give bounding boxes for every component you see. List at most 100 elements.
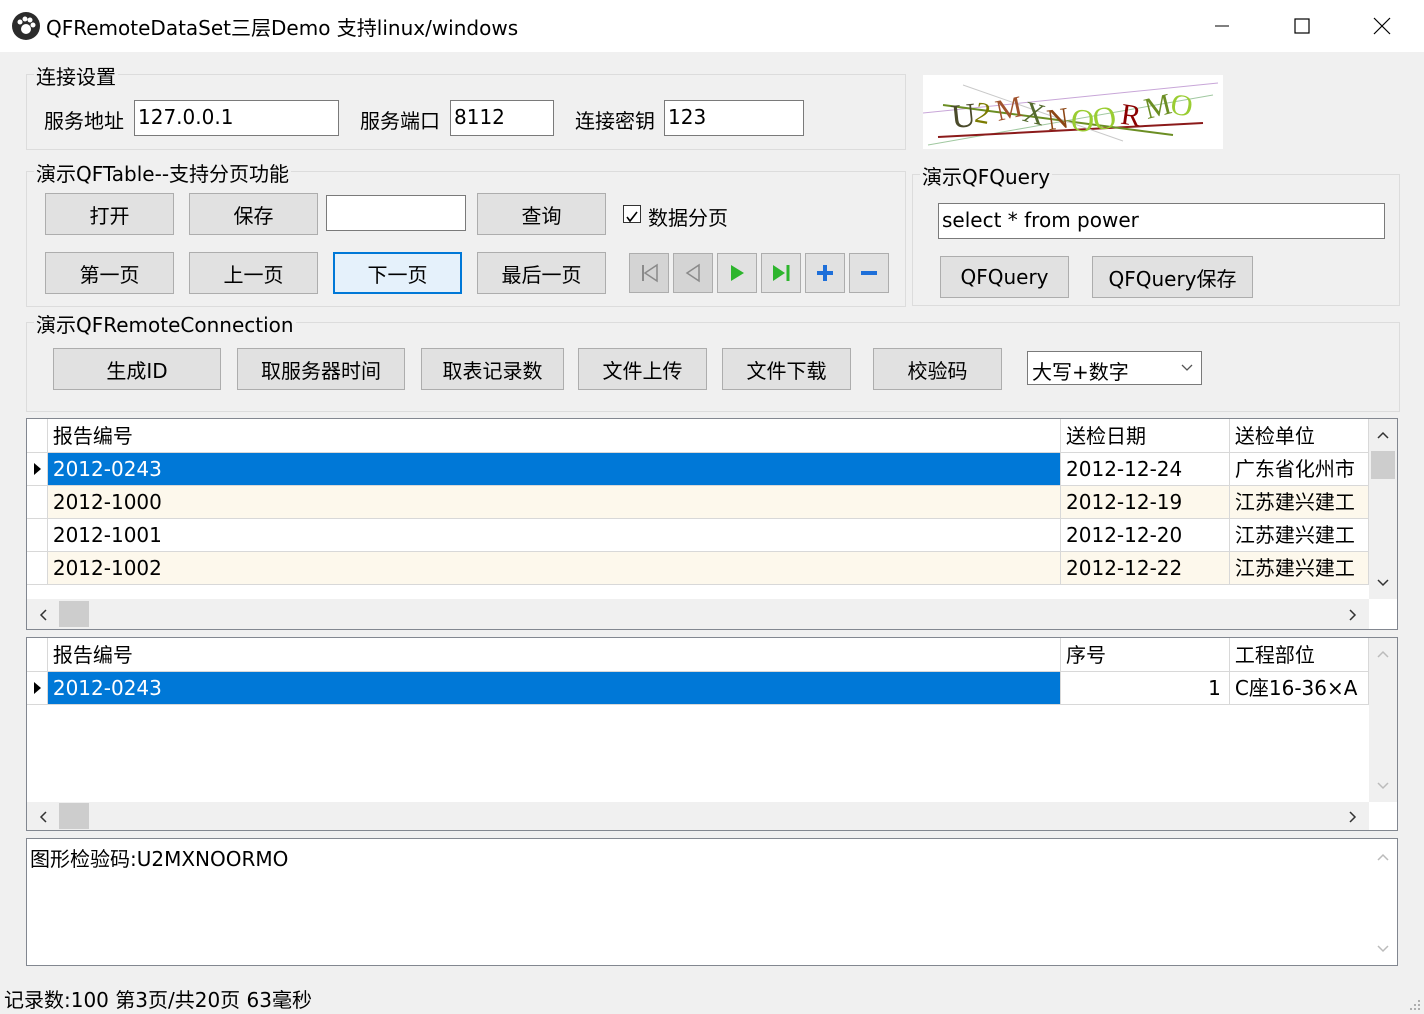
port-label: 服务端口 xyxy=(360,109,440,133)
captcha-char: R xyxy=(1119,98,1143,133)
qfquery-button[interactable]: QFQuery xyxy=(940,256,1069,298)
column-header[interactable]: 序号 xyxy=(1061,638,1230,672)
nav-first-icon[interactable] xyxy=(629,253,669,293)
maximize-icon[interactable] xyxy=(1262,0,1342,52)
scrollbar-thumb[interactable] xyxy=(1371,451,1395,479)
main-grid[interactable]: 报告编号 送检日期 送检单位 2012-0243 2012-12-24 广东省化… xyxy=(26,418,1398,630)
prev-page-button[interactable]: 上一页 xyxy=(189,252,318,294)
table-cell[interactable]: C座16-36×A xyxy=(1229,672,1369,705)
chevron-left-icon[interactable] xyxy=(37,608,49,622)
gen-id-button[interactable]: 生成ID xyxy=(53,348,221,390)
table-cell[interactable]: 2012-12-22 xyxy=(1061,552,1230,585)
row-indicator xyxy=(27,486,48,519)
qfquery-save-button[interactable]: QFQuery保存 xyxy=(1092,256,1253,298)
status-text: 记录数:100 第3页/共20页 63毫秒 xyxy=(4,988,312,1012)
table-row[interactable]: 2012-0243 1 C座16-36×A xyxy=(27,672,1369,705)
row-indicator-icon xyxy=(27,453,48,486)
chevron-up-icon[interactable] xyxy=(1376,429,1390,441)
table-query-input[interactable] xyxy=(326,195,466,231)
nav-insert-icon[interactable] xyxy=(805,253,845,293)
column-header[interactable]: 工程部位 xyxy=(1229,638,1369,672)
qftable-group-label: 演示QFTable--支持分页功能 xyxy=(34,158,292,187)
minimize-icon[interactable] xyxy=(1182,0,1262,52)
next-page-button[interactable]: 下一页 xyxy=(333,252,462,294)
captcha-char: O xyxy=(1168,88,1195,124)
nav-prev-icon[interactable] xyxy=(673,253,713,293)
port-field[interactable]: 8112 xyxy=(450,100,554,136)
captcha-image[interactable]: U 2 M X N O O R M O xyxy=(922,75,1223,149)
table-cell[interactable]: 2012-1001 xyxy=(47,519,1062,552)
table-cell[interactable]: 2012-1000 xyxy=(47,486,1062,519)
close-icon[interactable] xyxy=(1342,0,1422,52)
table-cell[interactable]: 1 xyxy=(1060,672,1230,705)
captcha-type-select[interactable]: 大写+数字 xyxy=(1027,351,1202,385)
save-button[interactable]: 保存 xyxy=(189,193,318,235)
key-field[interactable]: 123 xyxy=(664,100,804,136)
table-row[interactable]: 2012-1002 2012-12-22 江苏建兴建工 xyxy=(27,552,1369,585)
vertical-scrollbar[interactable] xyxy=(1369,839,1397,965)
nav-next-icon[interactable] xyxy=(717,253,757,293)
checkmark-icon xyxy=(626,211,638,223)
column-header[interactable]: 送检单位 xyxy=(1229,419,1369,453)
captcha-type-value: 大写+数字 xyxy=(1032,360,1129,384)
remote-group-label: 演示QFRemoteConnection xyxy=(34,309,296,338)
log-text: 图形检验码:U2MXNOORMO xyxy=(30,847,289,871)
captcha-char: N xyxy=(1045,102,1071,138)
table-cell[interactable]: 广东省化州市 xyxy=(1229,453,1369,486)
table-cell[interactable]: 2012-0243 xyxy=(47,672,1061,705)
address-field[interactable]: 127.0.0.1 xyxy=(134,100,339,136)
table-cell[interactable]: 2012-12-24 xyxy=(1061,453,1230,486)
table-cell[interactable]: 2012-0243 xyxy=(47,453,1062,486)
table-cell[interactable]: 2012-1002 xyxy=(47,552,1062,585)
server-time-button[interactable]: 取服务器时间 xyxy=(237,348,405,390)
upload-button[interactable]: 文件上传 xyxy=(578,348,707,390)
table-row[interactable]: 2012-1000 2012-12-19 江苏建兴建工 xyxy=(27,486,1369,519)
scrollbar-thumb[interactable] xyxy=(59,803,89,829)
captcha-char: X xyxy=(1020,95,1049,132)
chevron-right-icon[interactable] xyxy=(1347,608,1359,622)
table-cell[interactable]: 江苏建兴建工 xyxy=(1229,519,1369,552)
paging-checkbox[interactable] xyxy=(623,205,641,223)
nav-last-icon[interactable] xyxy=(761,253,801,293)
open-button[interactable]: 打开 xyxy=(45,193,174,235)
paging-checkbox-label[interactable]: 数据分页 xyxy=(648,202,728,231)
resize-grip-icon[interactable] xyxy=(1408,998,1422,1012)
chevron-up-icon[interactable] xyxy=(1376,851,1390,863)
table-row[interactable]: 2012-0243 2012-12-24 广东省化州市 xyxy=(27,453,1369,486)
download-button[interactable]: 文件下载 xyxy=(722,348,851,390)
detail-grid[interactable]: 报告编号 序号 工程部位 2012-0243 1 C座16-36×A xyxy=(26,637,1398,831)
table-cell[interactable]: 江苏建兴建工 xyxy=(1229,552,1369,585)
sql-input[interactable]: select * from power xyxy=(938,203,1385,239)
scrollbar-thumb[interactable] xyxy=(59,601,89,627)
vertical-scrollbar[interactable] xyxy=(1369,419,1397,599)
first-page-button[interactable]: 第一页 xyxy=(45,252,174,294)
horizontal-scrollbar[interactable] xyxy=(27,599,1369,629)
grid-header: 报告编号 序号 工程部位 xyxy=(27,638,1369,672)
captcha-button[interactable]: 校验码 xyxy=(873,348,1002,390)
vertical-scrollbar[interactable] xyxy=(1369,638,1397,802)
table-cell[interactable]: 2012-12-20 xyxy=(1061,519,1230,552)
horizontal-scrollbar[interactable] xyxy=(27,802,1369,830)
chevron-right-icon[interactable] xyxy=(1347,810,1359,824)
table-row[interactable]: 2012-1001 2012-12-20 江苏建兴建工 xyxy=(27,519,1369,552)
chevron-down-icon[interactable] xyxy=(1376,780,1390,792)
row-indicator xyxy=(27,519,48,552)
table-cell[interactable]: 江苏建兴建工 xyxy=(1229,486,1369,519)
chevron-down-icon[interactable] xyxy=(1376,577,1390,589)
chevron-up-icon[interactable] xyxy=(1376,648,1390,660)
column-header[interactable]: 送检日期 xyxy=(1061,419,1230,453)
captcha-char: O xyxy=(1090,98,1119,137)
chevron-down-icon[interactable] xyxy=(1376,943,1390,955)
column-header[interactable]: 报告编号 xyxy=(47,638,1062,672)
chevron-down-icon xyxy=(1181,364,1193,371)
table-cell[interactable]: 2012-12-19 xyxy=(1061,486,1230,519)
query-button[interactable]: 查询 xyxy=(477,193,606,235)
last-page-button[interactable]: 最后一页 xyxy=(477,252,606,294)
record-count-button[interactable]: 取表记录数 xyxy=(421,348,564,390)
nav-delete-icon[interactable] xyxy=(849,253,889,293)
row-indicator-icon xyxy=(27,672,48,705)
chevron-left-icon[interactable] xyxy=(37,810,49,824)
column-header[interactable]: 报告编号 xyxy=(47,419,1062,453)
log-memo[interactable]: 图形检验码:U2MXNOORMO xyxy=(26,838,1398,966)
captcha-char: U xyxy=(949,97,977,136)
